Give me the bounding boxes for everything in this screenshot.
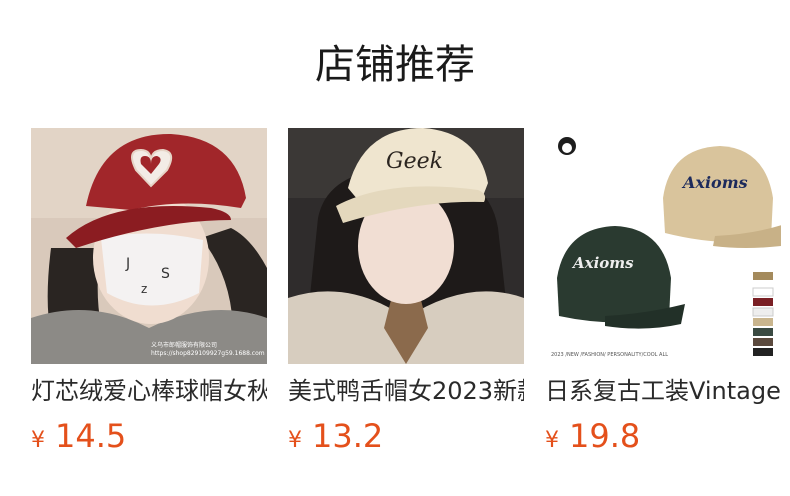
product-image[interactable]: Axioms Axioms 2023 /NEW /FASHION/ PERSON… [545, 128, 781, 364]
product-card[interactable]: Geek 美式鸭舌帽女2023新款 ¥ 13.2 [288, 128, 524, 454]
two-caps-product-photo: Axioms Axioms 2023 /NEW /FASHION/ PERSON… [545, 128, 781, 364]
product-image[interactable]: Geek [288, 128, 524, 364]
price-amount: 14.5 [55, 417, 127, 455]
product-title[interactable]: 美式鸭舌帽女2023新款 [288, 376, 524, 406]
cap-embroidery: Axioms [681, 173, 748, 192]
product-card[interactable]: J S z 义乌市郎帽服饰有限公司 https://shop829109927g… [31, 128, 267, 454]
product-price: ¥ 19.8 [545, 418, 781, 454]
image-tagline: 2023 /NEW /FASHION/ PERSONALITY/COOL ALL [551, 352, 668, 358]
product-price: ¥ 14.5 [31, 418, 267, 454]
svg-text:S: S [161, 266, 170, 282]
cap-embroidery: Geek [386, 149, 443, 174]
red-cap-photo: J S z [31, 128, 267, 364]
svg-text:z: z [141, 282, 147, 296]
currency-symbol: ¥ [545, 428, 559, 453]
product-image[interactable]: J S z 义乌市郎帽服饰有限公司 https://shop829109927g… [31, 128, 267, 364]
product-title[interactable]: 日系复古工装Vintage [545, 376, 781, 406]
product-card[interactable]: Axioms Axioms 2023 /NEW /FASHION/ PERSON… [545, 128, 781, 454]
product-title[interactable]: 灯芯绒爱心棒球帽女秋冬 [31, 376, 267, 406]
product-price: ¥ 13.2 [288, 418, 524, 454]
product-grid: J S z 义乌市郎帽服饰有限公司 https://shop829109927g… [31, 128, 781, 454]
section-title: 店铺推荐 [315, 42, 475, 88]
image-watermark: 义乌市郎帽服饰有限公司 https://shop829109927g59.168… [151, 342, 265, 357]
svg-text:Axioms: Axioms [571, 254, 634, 272]
currency-symbol: ¥ [288, 428, 302, 453]
svg-text:J: J [125, 256, 130, 272]
price-amount: 19.8 [569, 417, 641, 455]
price-amount: 13.2 [312, 417, 384, 455]
currency-symbol: ¥ [31, 428, 45, 453]
beige-cap-photo: Geek [288, 128, 524, 364]
